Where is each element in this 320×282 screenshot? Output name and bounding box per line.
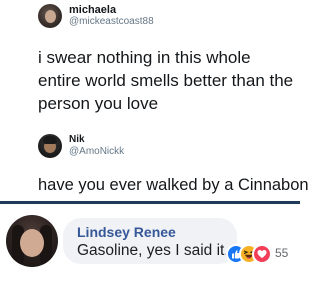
tweet-nik: Nik @AmoNickk have you ever walked by a … bbox=[0, 124, 309, 204]
tweet-author-handle[interactable]: @mickeastcoast88 bbox=[69, 16, 154, 28]
reactions-summary[interactable]: 55 bbox=[226, 242, 294, 264]
tweet-text: i swear nothing in this whole entire wor… bbox=[38, 48, 294, 113]
tweet-author-name[interactable]: michaela bbox=[69, 4, 116, 16]
tweet-author-name[interactable]: Nik bbox=[69, 134, 85, 146]
avatar-hair bbox=[43, 136, 57, 144]
avatar[interactable] bbox=[6, 215, 58, 267]
love-icon bbox=[252, 244, 272, 264]
avatar-face bbox=[45, 10, 56, 23]
comment-bubble: Lindsey Renee Gasoline, yes I said it. bbox=[63, 218, 237, 264]
facebook-comment: Lindsey Renee Gasoline, yes I said it. 5… bbox=[0, 204, 300, 282]
avatar-face bbox=[20, 229, 44, 257]
avatar[interactable] bbox=[38, 4, 62, 28]
avatar[interactable] bbox=[38, 134, 62, 158]
tweet-author-handle[interactable]: @AmoNickk bbox=[69, 146, 124, 158]
comment-author-name[interactable]: Lindsey Renee bbox=[77, 224, 176, 240]
comment-text: Gasoline, yes I said it. bbox=[77, 242, 229, 259]
tweet-michaela: michaela @mickeastcoast88 i swear nothin… bbox=[0, 0, 300, 124]
reaction-count: 55 bbox=[275, 246, 289, 260]
tweet-text: have you ever walked by a Cinnabon bbox=[38, 176, 309, 194]
